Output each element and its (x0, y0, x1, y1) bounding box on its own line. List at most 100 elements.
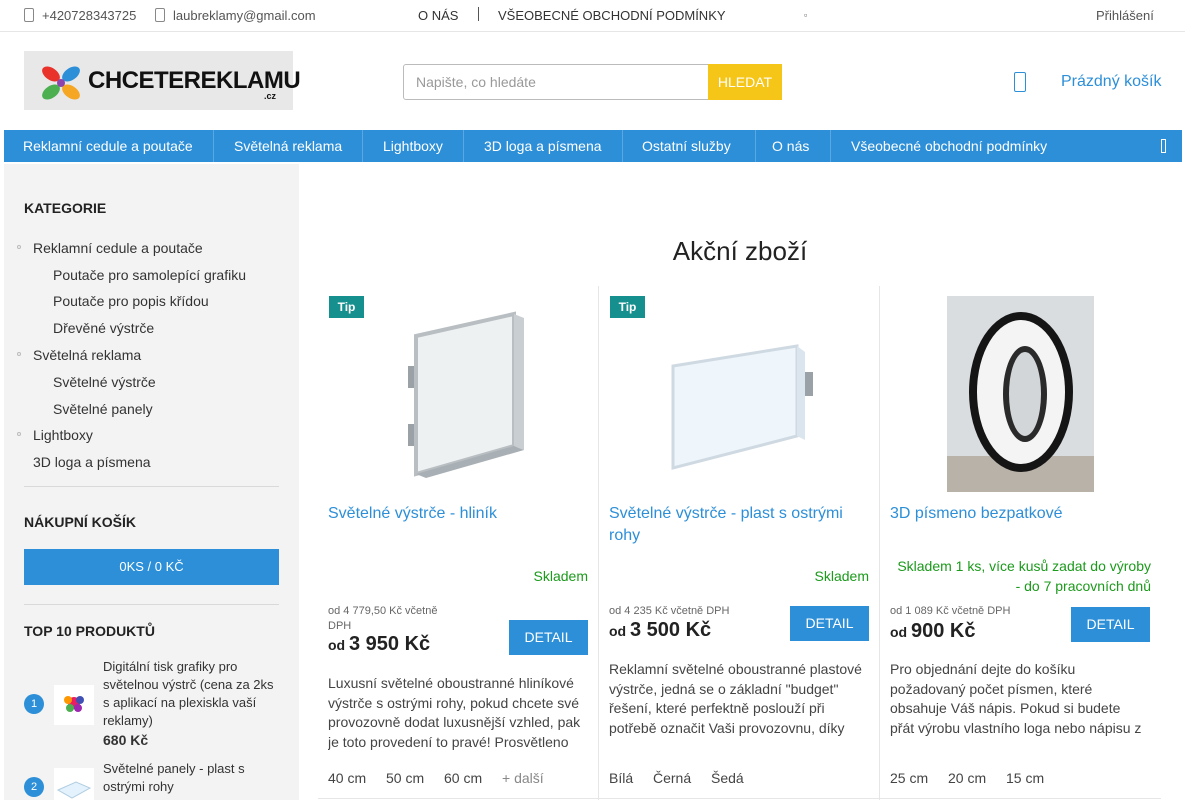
cart-link[interactable]: Prázdný košík (1061, 73, 1161, 91)
category-lightboxy[interactable]: Lightboxy (33, 427, 93, 443)
product-image[interactable] (328, 296, 588, 492)
variant-option[interactable]: Šedá (711, 770, 744, 786)
stock-status: Skladem (533, 568, 588, 584)
logo-suffix: .cz (264, 91, 277, 101)
category-3d[interactable]: 3D loga a písmena (33, 454, 151, 470)
category-samolepici[interactable]: Poutače pro samolepící grafiku (53, 267, 246, 283)
page-title: Akční zboží (672, 236, 808, 266)
price-with-vat: od 1 089 Kč včetně DPH (890, 605, 1011, 617)
tip-badge: Tip (610, 296, 645, 318)
variant-option[interactable]: Černá (653, 770, 691, 786)
variant-option[interactable]: 25 cm (890, 770, 928, 786)
top-product-thumb[interactable] (54, 768, 94, 808)
nav-item-onas[interactable]: O nás (772, 130, 809, 162)
price-value: 900 Kč (911, 620, 976, 642)
nav-item-vop[interactable]: Všeobecné obchodní podmínky (851, 130, 1047, 162)
phone-text: +420728343725 (42, 8, 137, 23)
product-price: od 3 950 Kč (328, 633, 430, 656)
product-card: Tip Světelné výstrče - plast s ostrými r… (599, 286, 880, 800)
category-svetelna[interactable]: Světelná reklama (33, 347, 141, 363)
category-panely[interactable]: Světelné panely (53, 401, 153, 417)
nav-item-ostatni[interactable]: Ostatní služby (642, 130, 731, 162)
price-prefix: od (328, 637, 346, 653)
product-description: Pro objednání dejte do košíku požadovaný… (890, 661, 1142, 736)
nav-item-cedule[interactable]: Reklamní cedule a poutače (23, 130, 193, 162)
panel-image-icon (56, 781, 92, 799)
category-cedule[interactable]: Reklamní cedule a poutače (33, 240, 203, 256)
top-product-thumb[interactable] (54, 685, 94, 725)
sidebar-divider (24, 604, 279, 605)
top-products-title: TOP 10 PRODUKTŮ (24, 623, 155, 639)
product-image[interactable] (947, 296, 1094, 492)
variant-option[interactable]: 60 cm (444, 770, 482, 786)
nav-divider (830, 130, 831, 162)
variant-option[interactable]: 40 cm (328, 770, 366, 786)
variant-more-link[interactable]: + další (502, 770, 544, 786)
nav-divider (463, 130, 464, 162)
email-link[interactable]: laubreklamy@gmail.com (155, 8, 316, 23)
variant-option[interactable]: 20 cm (948, 770, 986, 786)
product-description: Reklamní světelné oboustranné plastové v… (609, 661, 862, 736)
categories-title: KATEGORIE (24, 200, 107, 216)
detail-button[interactable]: DETAIL (509, 620, 588, 655)
logo-mark-icon (42, 66, 80, 100)
category-drevene[interactable]: Dřevěné výstrče (53, 320, 154, 336)
rank-badge: 2 (24, 777, 44, 797)
product-name[interactable]: Světelné výstrče - hliník (328, 503, 588, 525)
search-button[interactable]: HLEDAT (708, 64, 782, 100)
price-value: 3 950 Kč (349, 633, 431, 655)
bullet-icon (17, 432, 21, 436)
detail-button[interactable]: DETAIL (1071, 607, 1150, 642)
category-vystrce[interactable]: Světelné výstrče (53, 374, 156, 390)
cart-title: NÁKUPNÍ KOŠÍK (24, 514, 137, 530)
product-card: Tip Světelné výstrče - hliník Skladem od… (318, 286, 599, 800)
product-image[interactable] (609, 296, 869, 492)
nav-item-3d[interactable]: 3D loga a písmena (484, 130, 602, 162)
price-prefix: od (890, 624, 908, 640)
main-nav: Reklamní cedule a poutače Světelná rekla… (4, 130, 1182, 162)
price-prefix: od (609, 623, 627, 639)
grid-bottom-border (318, 798, 1161, 799)
logo[interactable]: CHCETEREKLAMU .cz (24, 51, 301, 110)
product-name[interactable]: 3D písmeno bezpatkové (890, 503, 1150, 525)
email-text: laubreklamy@gmail.com (173, 8, 316, 23)
product-price: od 900 Kč (890, 620, 976, 643)
product-name[interactable]: Světelné výstrče - plast s ostrými rohy (609, 503, 869, 547)
bullet-icon (17, 352, 21, 356)
variant-option[interactable]: 15 cm (1006, 770, 1044, 786)
nav-divider (362, 130, 363, 162)
more-dot-icon[interactable]: ▫ (804, 10, 807, 20)
login-link[interactable]: Přihlášení (1096, 8, 1154, 23)
top-bar: +420728343725 laubreklamy@gmail.com O NÁ… (0, 0, 1185, 32)
product-description: Luxusní světelné oboustranné hliníkové v… (328, 675, 581, 750)
detail-button[interactable]: DETAIL (790, 606, 869, 641)
category-kridou[interactable]: Poutače pro popis křídou (53, 293, 209, 309)
top-link-terms[interactable]: VŠEOBECNÉ OBCHODNÍ PODMÍNKY (498, 8, 726, 23)
variant-option[interactable]: 50 cm (386, 770, 424, 786)
top-product-name[interactable]: Digitální tisk grafiky pro světelnou výs… (103, 658, 278, 730)
phone-icon (24, 8, 34, 22)
sidebar: KATEGORIE Reklamní cedule a poutače Pout… (4, 164, 299, 808)
nav-divider (755, 130, 756, 162)
top-link-about[interactable]: O NÁS (418, 8, 458, 23)
search-input[interactable] (403, 64, 709, 100)
splash-image-icon (64, 696, 84, 712)
nav-divider (622, 130, 623, 162)
price-value: 3 500 Kč (630, 619, 712, 641)
nav-item-svetelna[interactable]: Světelná reklama (234, 130, 342, 162)
tip-badge: Tip (329, 296, 364, 318)
nav-item-lightboxy[interactable]: Lightboxy (383, 130, 443, 162)
nav-more-button[interactable] (1150, 130, 1182, 162)
top-product-price: 680 Kč (103, 732, 149, 748)
bullet-icon (17, 245, 21, 249)
stock-status: Skladem (814, 568, 869, 584)
sidebar-cart-summary[interactable]: 0KS / 0 KČ (24, 549, 279, 585)
top-product-name[interactable]: Světelné panely - plast s ostrými rohy (103, 760, 278, 796)
cart-icon[interactable] (1014, 72, 1026, 92)
rank-badge: 1 (24, 694, 44, 714)
nav-more-icon (1161, 139, 1166, 153)
variant-option[interactable]: Bílá (609, 770, 633, 786)
price-with-vat: od 4 235 Kč včetně DPH (609, 605, 730, 617)
phone-link[interactable]: +420728343725 (24, 8, 136, 23)
product-card: 3D písmeno bezpatkové Skladem 1 ks, více… (880, 286, 1161, 800)
